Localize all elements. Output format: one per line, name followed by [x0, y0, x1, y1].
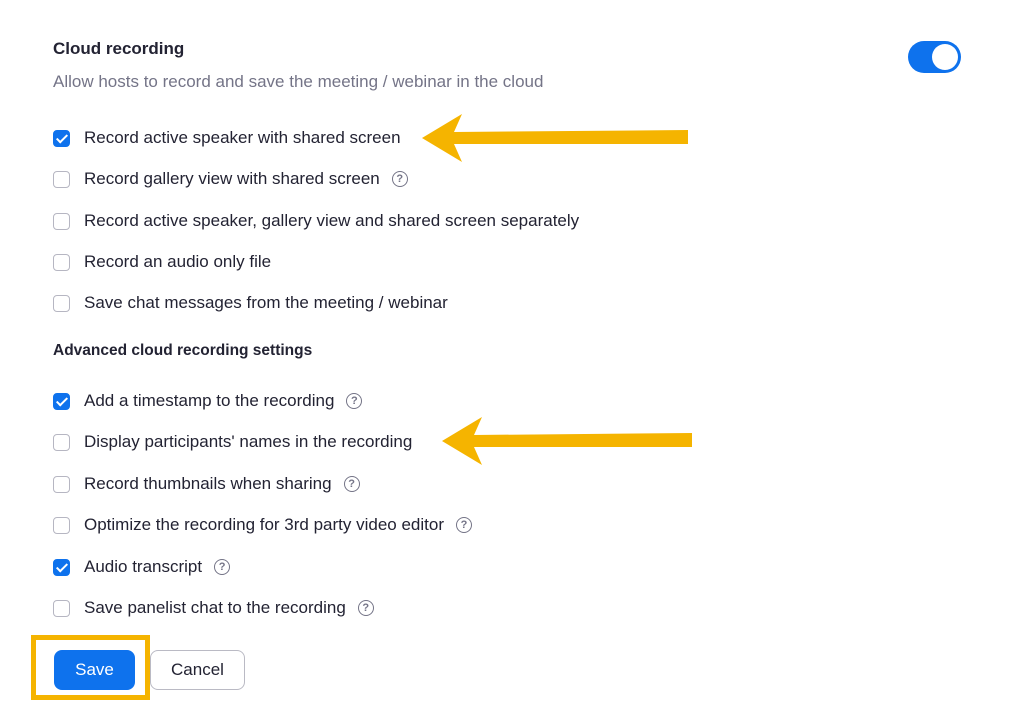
option-record-gallery-view[interactable]: Record gallery view with shared screen ?: [53, 168, 408, 190]
cancel-button[interactable]: Cancel: [150, 650, 245, 690]
option-record-active-speaker[interactable]: Record active speaker with shared screen: [53, 127, 401, 149]
cloud-recording-description: Allow hosts to record and save the meeti…: [53, 72, 544, 91]
checkbox[interactable]: [53, 558, 70, 576]
option-label: Optimize the recording for 3rd party vid…: [84, 515, 445, 534]
save-button[interactable]: Save: [54, 650, 135, 690]
cloud-recording-toggle[interactable]: [908, 41, 961, 73]
option-label: Record gallery view with shared screen: [84, 169, 380, 188]
checkbox[interactable]: [53, 129, 70, 147]
help-icon[interactable]: ?: [343, 476, 360, 492]
option-label: Save chat messages from the meeting / we…: [84, 293, 448, 312]
checkbox[interactable]: [53, 253, 70, 271]
option-label: Record thumbnails when sharing: [84, 474, 332, 493]
option-audio-transcript[interactable]: Audio transcript ?: [53, 556, 231, 578]
checkbox[interactable]: [53, 212, 70, 230]
help-icon[interactable]: ?: [346, 393, 363, 409]
option-label: Record active speaker, gallery view and …: [84, 211, 580, 230]
option-label: Record an audio only file: [84, 252, 272, 271]
option-optimize-editor[interactable]: Optimize the recording for 3rd party vid…: [53, 514, 473, 536]
checkbox[interactable]: [53, 392, 70, 410]
option-label: Audio transcript: [84, 557, 203, 576]
option-label: Display participants' names in the recor…: [84, 432, 413, 451]
option-save-chat[interactable]: Save chat messages from the meeting / we…: [53, 292, 448, 314]
checkbox[interactable]: [53, 170, 70, 188]
advanced-settings-heading: Advanced cloud recording settings: [53, 342, 313, 359]
toggle-knob: [932, 44, 958, 70]
option-audio-only[interactable]: Record an audio only file: [53, 251, 271, 273]
help-icon[interactable]: ?: [391, 171, 408, 187]
checkbox[interactable]: [53, 475, 70, 493]
help-icon[interactable]: ?: [456, 517, 473, 533]
option-panelist-chat[interactable]: Save panelist chat to the recording ?: [53, 597, 374, 619]
checkbox[interactable]: [53, 516, 70, 534]
checkbox[interactable]: [53, 433, 70, 451]
cloud-recording-title: Cloud recording: [53, 39, 185, 58]
checkbox[interactable]: [53, 599, 70, 617]
annotation-arrow-icon: [442, 417, 692, 465]
option-timestamp[interactable]: Add a timestamp to the recording ?: [53, 390, 363, 412]
option-thumbnails[interactable]: Record thumbnails when sharing ?: [53, 473, 360, 495]
annotation-arrow-icon: [422, 114, 688, 162]
help-icon[interactable]: ?: [214, 559, 231, 575]
option-participant-names[interactable]: Display participants' names in the recor…: [53, 431, 412, 453]
option-label: Add a timestamp to the recording: [84, 391, 335, 410]
option-label: Record active speaker with shared screen: [84, 128, 401, 147]
checkbox[interactable]: [53, 294, 70, 312]
option-record-separately[interactable]: Record active speaker, gallery view and …: [53, 210, 579, 232]
help-icon[interactable]: ?: [357, 600, 374, 616]
option-label: Save panelist chat to the recording: [84, 598, 346, 617]
